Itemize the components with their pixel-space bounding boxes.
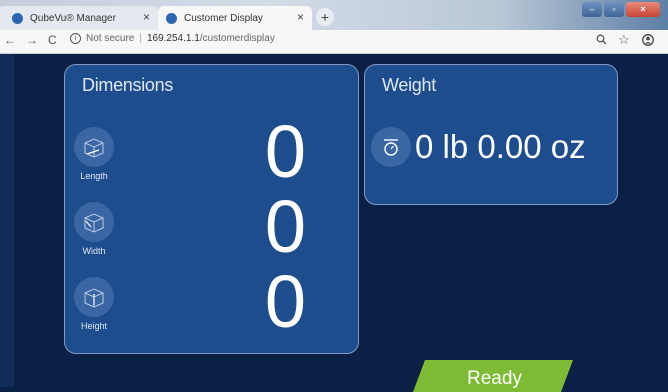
dimension-row-width: Width 0 <box>70 190 350 272</box>
weight-title: Weight <box>382 75 436 95</box>
dimension-row-length: Length 0 <box>70 115 350 197</box>
address-bar[interactable]: i Not secure | 169.254.1.1 /customerdisp… <box>70 33 275 44</box>
browser-toolbar: ← → C i Not secure | 169.254.1.1 /custom… <box>0 30 668 54</box>
url-host: 169.254.1.1 <box>146 33 200 44</box>
browser-tab-strip: QubeVu® Manager × Customer Display × + –… <box>0 0 668 30</box>
zoom-icon[interactable] <box>596 34 607 48</box>
height-box-icon <box>74 277 114 317</box>
favicon-icon <box>166 12 177 24</box>
dimensions-title: Dimensions <box>82 75 174 95</box>
dimension-row-height: Height 0 <box>70 265 350 347</box>
length-label: Length <box>80 171 108 181</box>
page-left-edge <box>0 54 14 387</box>
tab-close-icon[interactable]: × <box>143 10 150 24</box>
url-path: /customerdisplay <box>199 33 275 44</box>
width-label: Width <box>82 246 106 256</box>
minimize-icon[interactable]: – <box>582 2 602 17</box>
tab-qubevu-manager[interactable]: QubeVu® Manager × <box>0 6 158 30</box>
scale-icon <box>371 127 411 167</box>
address-separator: | <box>139 33 142 44</box>
reload-icon[interactable]: C <box>48 33 57 47</box>
width-box-icon <box>74 202 114 242</box>
status-ready-badge: Ready <box>413 360 573 392</box>
weight-value: 0 lb 0.00 oz <box>415 128 586 165</box>
length-box-icon <box>74 127 114 167</box>
info-icon[interactable]: i <box>70 33 81 44</box>
tab-customer-display[interactable]: Customer Display × <box>158 6 312 30</box>
tab-label: QubeVu® Manager <box>30 12 116 24</box>
security-status: Not secure <box>86 33 135 44</box>
height-label: Height <box>80 321 107 331</box>
maximize-icon[interactable]: ▫ <box>604 2 624 17</box>
star-icon[interactable]: ☆ <box>618 32 630 48</box>
tab-close-icon[interactable]: × <box>297 10 304 24</box>
close-window-icon[interactable]: × <box>626 2 660 17</box>
tab-label: Customer Display <box>184 12 263 24</box>
account-icon[interactable] <box>642 34 654 49</box>
new-tab-button[interactable]: + <box>316 8 334 26</box>
length-value: 0 <box>264 110 306 193</box>
window-controls: – ▫ × <box>580 2 660 17</box>
height-value: 0 <box>264 260 306 343</box>
back-icon[interactable]: ← <box>4 33 16 47</box>
favicon-icon <box>12 12 23 24</box>
forward-icon[interactable]: → <box>26 33 38 47</box>
width-value: 0 <box>264 185 306 268</box>
